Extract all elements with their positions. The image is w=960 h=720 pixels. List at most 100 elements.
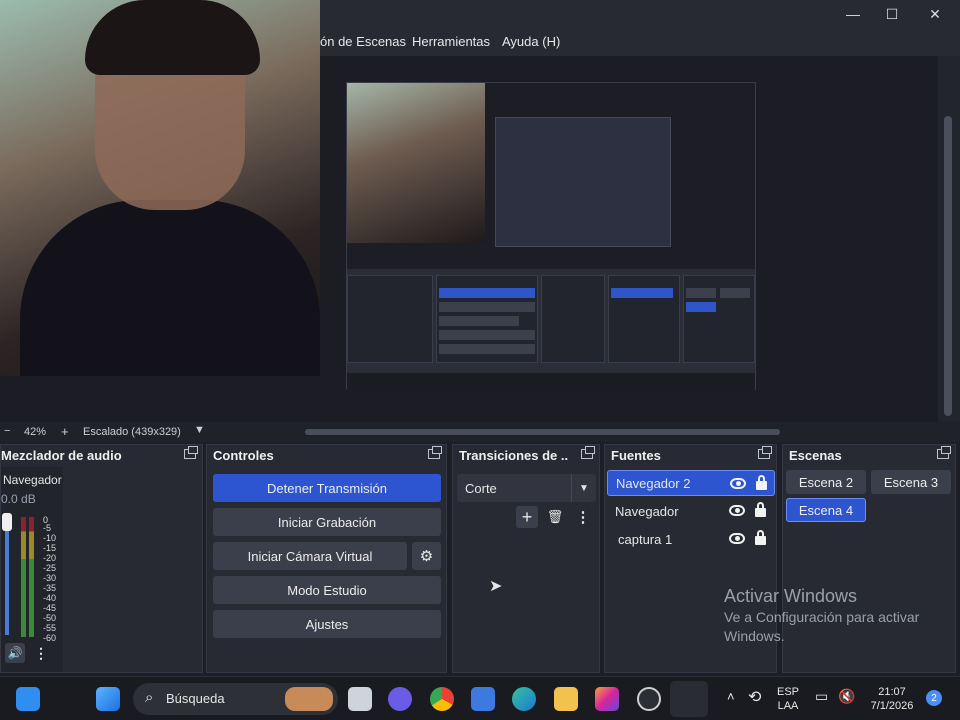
language-top: ESP: [776, 686, 799, 698]
clock[interactable]: 21:07 7/1/2026: [866, 685, 918, 713]
audio-level: 0.0 dB: [1, 492, 36, 506]
speaker-icon[interactable]: 🔊: [5, 643, 25, 663]
start-virtual-camera-button[interactable]: Iniciar Cámara Virtual: [213, 542, 407, 570]
meter-tick: -30: [43, 573, 57, 583]
start-recording-button[interactable]: Iniciar Grabación: [213, 508, 441, 536]
zoom-in-button[interactable]: +: [61, 424, 69, 439]
nested-docks: [347, 271, 755, 369]
visibility-eye-icon[interactable]: [729, 533, 745, 544]
add-transition-plus-icon[interactable]: +: [516, 506, 538, 528]
activation-watermark-text: Windows.: [724, 628, 785, 644]
controls-dock: Controles Detener Transmisión Iniciar Gr…: [206, 444, 447, 673]
chevron-down-icon[interactable]: ▼: [571, 474, 596, 502]
zoom-out-button[interactable]: −: [4, 425, 10, 437]
store-icon[interactable]: [471, 687, 495, 711]
dock-float-icon[interactable]: [184, 446, 198, 459]
active-window-icon[interactable]: [670, 681, 708, 717]
menu-tools[interactable]: Herramientas: [412, 34, 490, 49]
nested-btn: [439, 302, 535, 312]
scaling-label: Escalado (439x329): [83, 426, 181, 438]
obs-icon[interactable]: [637, 687, 661, 711]
volume-slider-handle[interactable]: [2, 513, 12, 531]
nested-btn: [439, 344, 535, 354]
language-bottom: LAA: [777, 700, 799, 712]
audio-channel: Navegador 0.0 dB 0 -5 -10 -15 -20 -25 -3…: [1, 467, 63, 672]
dock-float-icon[interactable]: [937, 446, 951, 459]
meter-tick: -60: [43, 633, 57, 643]
menu-help[interactable]: Ayuda (H): [502, 34, 560, 49]
clock-time: 21:07: [878, 686, 906, 698]
zoom-level: 42%: [24, 426, 47, 438]
teams-icon[interactable]: [388, 687, 412, 711]
task-view-icon[interactable]: [348, 687, 372, 711]
visibility-eye-icon[interactable]: [729, 505, 745, 516]
dock-float-icon[interactable]: [581, 446, 595, 459]
edge-icon[interactable]: [512, 687, 536, 711]
source-label: Navegador 2: [616, 475, 691, 491]
transition-more-icon[interactable]: ⋮: [576, 508, 591, 526]
file-explorer-icon[interactable]: [554, 687, 578, 711]
audio-meter-right: [29, 517, 34, 637]
settings-button[interactable]: Ajustes: [213, 610, 441, 638]
preview-horizontal-scrollbar[interactable]: [305, 429, 780, 435]
obs-widget-icon[interactable]: [16, 687, 40, 711]
minimize-button[interactable]: —: [832, 0, 874, 28]
nested-btn: [439, 316, 519, 326]
volume-slider-track[interactable]: [5, 515, 9, 635]
scaling-dropdown-icon[interactable]: ▼: [194, 424, 205, 436]
studio-mode-button[interactable]: Modo Estudio: [213, 576, 441, 604]
transition-select[interactable]: Corte ▼: [457, 474, 596, 502]
maximize-button[interactable]: ☐: [871, 0, 913, 28]
search-icon: ⌕: [145, 689, 154, 706]
notification-badge[interactable]: 2: [926, 690, 942, 706]
nested-webcam: [347, 83, 485, 243]
network-icon[interactable]: ▭: [815, 688, 828, 705]
webcam-placeholder-body: [20, 200, 320, 376]
dock-float-icon[interactable]: [758, 446, 772, 459]
nested-dock-audio: [347, 275, 433, 363]
taskbar: ⌕ Búsqueda ˄ ⟲ ESP LAA ▭ 🔇 21:07 7/1/202…: [0, 676, 960, 720]
tray-chevron-up-icon[interactable]: ˄: [727, 689, 735, 704]
stop-stream-button[interactable]: Detener Transmisión: [213, 474, 441, 502]
source-item[interactable]: Navegador 2: [607, 470, 775, 496]
lock-icon[interactable]: [755, 502, 766, 517]
dock-title: Mezclador de audio: [1, 448, 122, 463]
virtual-camera-settings-gear-icon[interactable]: ⚙: [412, 542, 441, 570]
menu-scene-collection[interactable]: ón de Escenas: [320, 34, 406, 49]
instagram-icon[interactable]: [595, 687, 619, 711]
lock-icon[interactable]: [756, 475, 767, 490]
close-button[interactable]: ✕: [914, 0, 956, 28]
lock-icon[interactable]: [755, 530, 766, 545]
meter-tick: -55: [43, 623, 57, 633]
dock-float-icon[interactable]: [428, 446, 442, 459]
dock-title: Transiciones de ...: [459, 448, 569, 463]
language-indicator[interactable]: ESP LAA: [774, 685, 802, 713]
meter-tick: -40: [43, 593, 57, 603]
sync-icon[interactable]: ⟲: [748, 687, 761, 707]
volume-muted-icon[interactable]: 🔇: [838, 688, 855, 705]
remove-transition-trash-icon[interactable]: 🗑: [546, 508, 564, 526]
chrome-icon[interactable]: [430, 687, 454, 711]
nested-btn: [686, 302, 716, 312]
nested-dock-controls: [436, 275, 538, 363]
taskbar-search[interactable]: ⌕ Búsqueda: [133, 683, 338, 715]
clock-date: 7/1/2026: [870, 700, 914, 712]
scene-button[interactable]: Escena 2: [786, 470, 866, 494]
preview-vertical-scrollbar[interactable]: [938, 56, 960, 422]
source-item[interactable]: Navegador: [607, 498, 775, 524]
windows-start-icon[interactable]: [96, 687, 120, 711]
search-highlight-icon: [285, 687, 333, 711]
search-label: Búsqueda: [166, 691, 225, 706]
scene-button[interactable]: Escena 3: [871, 470, 951, 494]
transitions-dock: Transiciones de ... Corte ▼ + 🗑 ⋮ ➤: [452, 444, 600, 673]
scrollbar-thumb[interactable]: [944, 116, 952, 416]
scene-button[interactable]: Escena 4: [786, 498, 866, 522]
dock-title: Escenas: [789, 448, 842, 463]
activation-watermark-title: Activar Windows: [724, 586, 858, 606]
more-options-icon[interactable]: ⋮: [34, 643, 48, 663]
webcam-placeholder-top: [85, 0, 260, 75]
source-item[interactable]: captura 1: [607, 526, 775, 552]
nested-btn: [439, 288, 535, 298]
meter-tick: -45: [43, 603, 57, 613]
visibility-eye-icon[interactable]: [730, 478, 746, 489]
